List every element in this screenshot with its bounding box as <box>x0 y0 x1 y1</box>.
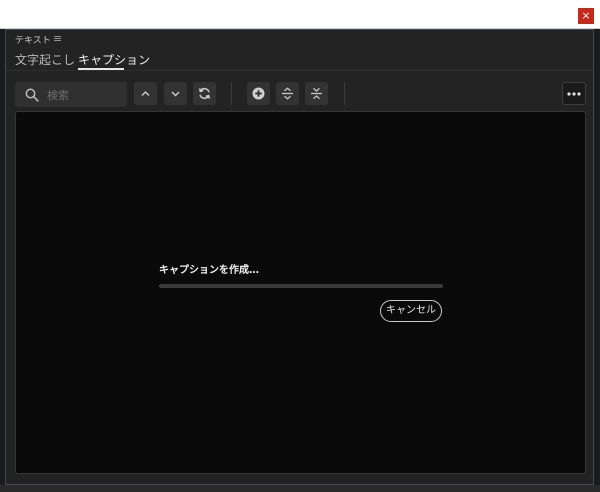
window-title-bar: × <box>0 0 600 29</box>
merge-icon <box>311 87 322 100</box>
tab-transcript[interactable]: 文字起こし <box>15 51 75 68</box>
next-button[interactable] <box>164 82 187 105</box>
plus-circle-icon <box>252 87 265 100</box>
replace-button[interactable] <box>193 82 216 105</box>
panel-menu-icon[interactable]: ≡ <box>53 32 62 45</box>
more-options-button[interactable] <box>562 82 586 105</box>
search-box[interactable] <box>15 82 127 107</box>
caption-content-area: キャプションを作成… キャンセル <box>15 111 586 474</box>
close-button[interactable]: × <box>578 8 594 24</box>
add-caption-button[interactable] <box>247 82 270 105</box>
progress-bar <box>159 284 443 288</box>
toolbar-separator <box>231 82 232 105</box>
merge-caption-button[interactable] <box>305 82 328 105</box>
cancel-button[interactable]: キャンセル <box>380 300 442 322</box>
progress-label: キャプションを作成… <box>159 265 259 276</box>
split-caption-button[interactable] <box>276 82 299 105</box>
tab-divider <box>6 70 593 71</box>
more-icon <box>567 92 581 96</box>
chevron-down-icon <box>171 91 180 97</box>
background-app-strip <box>0 485 600 492</box>
search-input[interactable] <box>45 86 127 105</box>
tab-captions[interactable]: キャプション <box>78 51 150 68</box>
toolbar-separator <box>344 82 345 105</box>
refresh-icon <box>198 87 211 100</box>
panel-title: テキスト <box>15 36 51 46</box>
text-panel: テキスト ≡ 文字起こし キャプション 検索 キャプションを作成… キャンセル <box>5 29 594 485</box>
split-icon <box>282 87 293 100</box>
previous-button[interactable] <box>134 82 157 105</box>
chevron-up-icon <box>141 90 150 97</box>
search-icon <box>25 88 39 102</box>
